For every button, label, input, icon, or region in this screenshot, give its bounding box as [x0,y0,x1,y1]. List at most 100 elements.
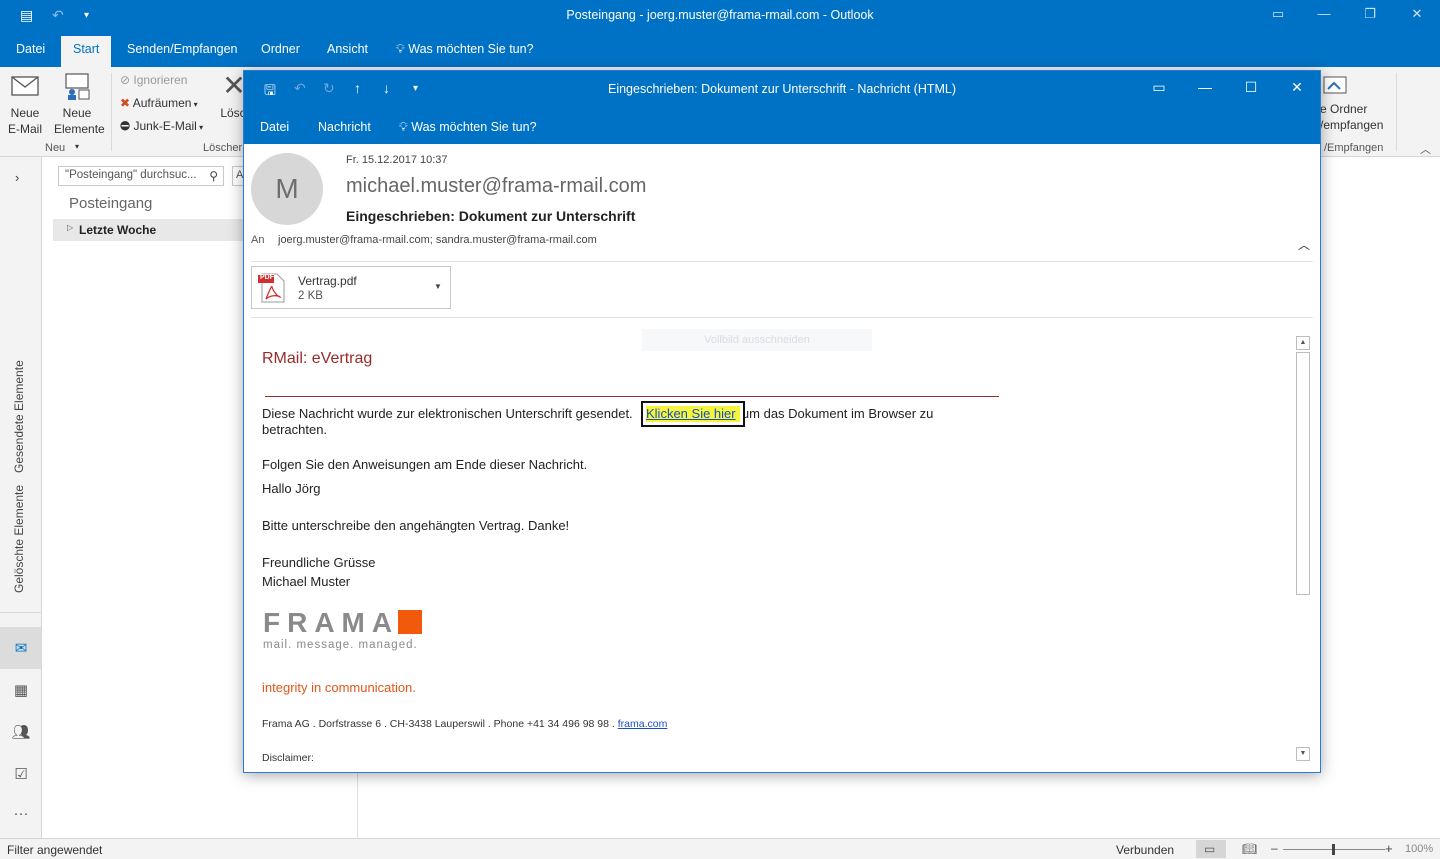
close-icon[interactable]: ✕ [1402,6,1432,22]
logo-square [398,610,422,634]
message-ribbon-tabs: Datei Nachricht 💡︎ Was möchten Sie tun? [244,107,1320,144]
request-paragraph: Bitte unterschreibe den angehängten Vert… [262,518,570,533]
zoom-out-icon[interactable]: – [1271,841,1278,855]
ribbon-separator [111,73,112,151]
tell-me[interactable]: 💡︎ Was möchten Sie tun? [399,120,537,135]
group-new-label: Neu [45,142,66,154]
tab-start[interactable]: Start [61,36,112,67]
lightbulb-icon: 💡︎ [399,120,408,134]
more-icon[interactable]: ··· [11,805,31,825]
logo-wordmark: FRAMA [263,607,400,638]
people-icon[interactable]: 👥︎ [11,723,31,743]
junk-icon: ⛔︎ [120,119,131,133]
avatar[interactable]: M [251,153,323,225]
tab-message[interactable]: Nachricht [318,120,371,134]
junk-label: Junk-E-Mail [133,119,197,133]
message-date: Fr. 15.12.2017 10:37 [346,154,448,166]
scroll-down-icon[interactable]: ▼ [1296,747,1310,761]
signature-name: Michael Muster [262,574,351,589]
group-label: Letzte Woche [79,223,157,237]
click-here-label: Klicken Sie hier [646,406,740,422]
new-items-label-1: Neue [62,106,92,120]
minimize-icon[interactable]: — [1309,6,1339,21]
scrollbar-thumb[interactable] [1296,352,1310,595]
reading-view-icon[interactable]: 📖︎ [1242,842,1257,856]
outlook-titlebar: ▤ ↶ ▾ Posteingang - joerg.muster@frama-r… [0,0,1440,32]
ignore-button[interactable]: ⊘ Ignorieren [120,73,187,87]
ignore-label: Ignorieren [133,73,188,87]
rmail-title: RMail: eVertrag [262,350,373,367]
new-email-label-2: E-Mail [7,122,42,136]
closing: Freundliche Grüsse [262,555,376,570]
nav-sent-items[interactable]: Gesendete Elemente [12,360,26,473]
tab-file[interactable]: Datei [16,42,45,56]
disclaimer: Disclaimer: [262,752,314,764]
search-input[interactable]: "Posteingang" durchsuc... ⚲ [58,166,224,186]
nav-divider [0,612,42,613]
zoom-level[interactable]: 100% [1405,843,1433,855]
expand-folder-pane-icon[interactable]: › [15,170,19,185]
header-divider [251,261,1313,262]
group-delete-label: Löscher [203,142,243,154]
ribbon-display-icon[interactable]: ▭ [1263,6,1293,22]
message-body: RMail: eVertrag Diese Nachricht wurde zu… [244,333,1294,771]
new-items-label-2: Elemente [54,122,105,136]
maximize-icon[interactable]: ☐ [1236,79,1266,96]
junk-button[interactable]: ⛔︎ Junk-E-Mail ▾ [120,119,203,134]
rmail-divider [265,396,999,397]
tab-file[interactable]: Datei [260,120,289,134]
restore-icon[interactable]: ❐ [1355,6,1385,22]
frama-logo: FRAMA mail. message. managed. [263,607,443,657]
logo-tagline: mail. message. managed. [263,639,418,651]
ignore-icon: ⊘ [120,73,131,87]
send-receive-label-2: /empfangen [1320,118,1384,132]
zoom-slider-thumb[interactable] [1332,844,1335,855]
scroll-up-icon[interactable]: ▲ [1296,336,1310,350]
collapse-header-icon[interactable]: ︿ [1298,236,1310,253]
intro-text-before: Diese Nachricht wurde zur elektronischen… [262,406,633,421]
new-email-button[interactable]: Neue E-Mail [2,71,48,137]
search-icon[interactable]: ⚲ [209,169,218,183]
collapse-ribbon-icon[interactable]: ︿ [1420,141,1431,157]
attachment-name: Vertrag.pdf [298,274,357,288]
window-title: Posteingang - joerg.muster@frama-rmail.c… [566,8,874,22]
status-bar: Filter angewendet Verbunden ▭ 📖︎ – + 100… [0,838,1440,859]
filter-status: Filter angewendet [7,843,103,857]
attachment-size: 2 KB [298,290,323,302]
message-sender[interactable]: michael.muster@frama-rmail.com [346,175,646,198]
address-text: Frama AG . Dorfstrasse 6 . CH-3438 Laupe… [262,718,615,730]
minimize-icon[interactable]: — [1190,79,1220,95]
group-send-receive-label: /Empfangen [1324,142,1384,154]
attachment-dropdown-icon[interactable]: ▼ [434,282,442,291]
pdf-badge: PDF [260,274,274,281]
click-here-link[interactable]: Klicken Sie hier [641,401,745,427]
left-navigation: › Gesendete Elemente Gelöschte Elemente … [0,157,42,838]
attachment-vertrag-pdf[interactable]: PDF Vertrag.pdf 2 KB ▼ [251,266,451,309]
tab-folder[interactable]: Ordner [261,42,300,56]
new-items-icon [65,73,90,100]
send-receive-icon [1320,71,1352,101]
close-icon[interactable]: ✕ [1282,79,1312,96]
tab-send-receive[interactable]: Senden/Empfangen [127,42,238,56]
cleanup-button[interactable]: ✖ Aufräumen ▾ [120,96,198,110]
nav-deleted-items[interactable]: Gelöschte Elemente [12,485,26,593]
body-scrollbar[interactable]: ▲ ▼ [1295,335,1312,763]
tell-me[interactable]: 💡︎ Was möchten Sie tun? [396,42,534,57]
send-receive-folder-button[interactable]: e Ordner /empfangen [1320,71,1390,133]
zoom-in-icon[interactable]: + [1385,841,1393,856]
new-email-icon [11,76,39,96]
to-label: An [251,234,265,246]
message-subject: Eingeschrieben: Dokument zur Unterschrif… [346,208,636,224]
calendar-icon[interactable]: ▦ [11,681,31,701]
send-receive-label-1: e Ordner [1320,102,1368,116]
mail-icon[interactable]: ✉ [11,639,31,659]
intro-paragraph: Diese Nachricht wurde zur elektronischen… [262,406,962,438]
website-link[interactable]: frama.com [618,718,668,730]
message-window: 🖫︎ ↶ ↻ ↑ ↓ ▾ Eingeschrieben: Dokument zu… [243,70,1321,773]
tasks-icon[interactable]: ☑ [11,765,31,785]
tab-view[interactable]: Ansicht [327,42,368,56]
expand-group-icon[interactable]: ▷ [67,223,73,232]
delete-label: Lösc [220,106,246,120]
to-recipients[interactable]: joerg.muster@frama-rmail.com; sandra.mus… [278,234,597,246]
ribbon-display-icon[interactable]: ▭ [1144,79,1174,96]
